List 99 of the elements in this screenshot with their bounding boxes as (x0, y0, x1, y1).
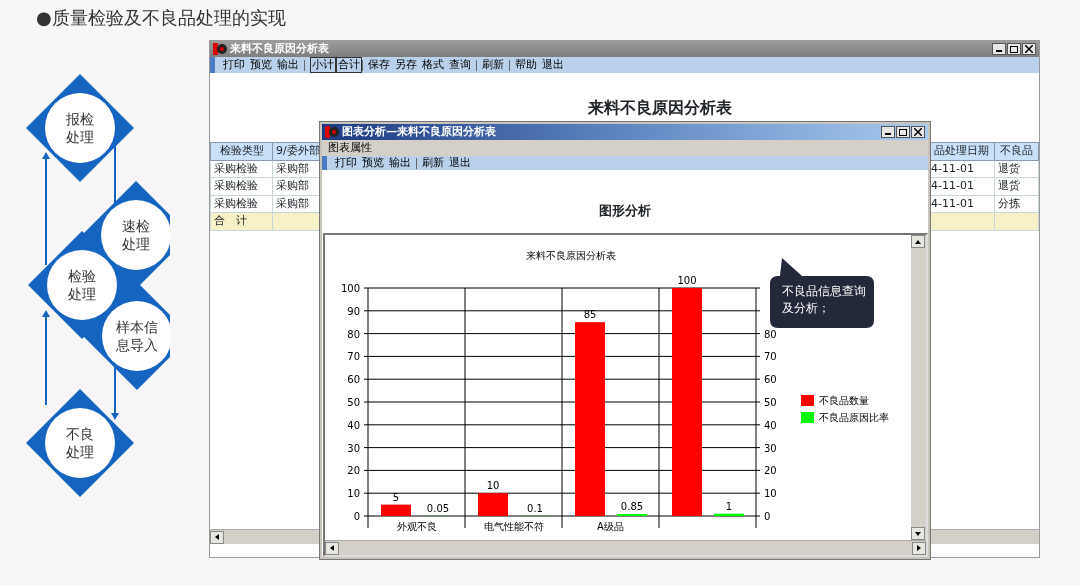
menu-item[interactable]: 图表属性 (328, 139, 372, 157)
toolbar-button[interactable]: 退出 (449, 156, 471, 170)
data-label: 100 (677, 275, 697, 286)
toolbar-button[interactable]: 另存 (395, 58, 417, 72)
scrollbar[interactable] (911, 235, 926, 540)
axis-label: 40 (347, 419, 360, 431)
axis-label: 60 (347, 374, 360, 386)
data-label: 10 (486, 480, 500, 492)
bar (714, 513, 744, 516)
maximize-icon (899, 128, 907, 136)
arrow-icon (916, 545, 922, 551)
close-icon (914, 128, 922, 136)
window-title: 来料不良原因分析表 (230, 40, 329, 57)
data-label: 0.05 (426, 502, 450, 514)
toolbar-button[interactable]: 小计 (310, 57, 336, 73)
app-icon (325, 126, 339, 138)
axis-label: 20 (764, 465, 777, 477)
arrow-icon (329, 545, 335, 551)
arrow-icon (214, 534, 220, 540)
toolbar-button[interactable]: 保存 (368, 58, 390, 72)
bar (478, 493, 508, 516)
axis-label: 30 (764, 442, 777, 454)
table-cell: 退货 (994, 160, 1039, 178)
slide-title: ●质量检验及不良品处理的实现 (36, 6, 286, 30)
toolbar-button[interactable]: 帮助 (515, 58, 537, 72)
minimize-button[interactable] (992, 43, 1006, 55)
maximize-button[interactable] (896, 126, 910, 138)
scroll-down-button[interactable] (911, 527, 925, 540)
toolbar-button[interactable]: 预览 (362, 156, 384, 170)
legend-swatch (801, 395, 814, 406)
axis-label: 50 (347, 397, 360, 408)
axis-label: 0 (353, 511, 360, 522)
category-label: A级品 (597, 521, 624, 532)
data-label: 1 (725, 500, 733, 512)
close-icon (1025, 45, 1033, 53)
axis-label: 30 (347, 442, 360, 454)
axis-label: 10 (764, 488, 777, 500)
table-cell: 采购检验 (210, 195, 273, 213)
axis-label: 60 (764, 374, 777, 386)
toolbar-button[interactable]: 合计 (336, 57, 362, 73)
scrollbar[interactable] (325, 540, 926, 555)
column-header: 检验类型 (210, 142, 273, 160)
minimize-icon (996, 50, 1002, 52)
chart-heading: 图形分析 (598, 201, 652, 220)
legend-label: 不良品数量 (819, 395, 869, 406)
axis-label: 0 (764, 511, 771, 522)
category-label: 电气性能不符 (483, 521, 544, 532)
axis-label: 100 (340, 283, 360, 294)
flow-node: 不良 处理 (26, 389, 134, 497)
axis-label: 40 (764, 419, 777, 431)
axis-label: 50 (764, 397, 777, 408)
toolbar-button[interactable]: 输出 (389, 156, 411, 170)
toolbar-button[interactable]: 打印 (335, 156, 357, 170)
scroll-left-button[interactable] (325, 541, 339, 555)
table-cell: 采购检验 (210, 160, 273, 178)
legend-label: 不良品原因比率 (819, 412, 889, 423)
close-button[interactable] (911, 126, 925, 138)
axis-label: 70 (764, 351, 777, 363)
table-cell: 分拣 (994, 195, 1039, 213)
maximize-button[interactable] (1007, 43, 1021, 55)
data-label: 85 (583, 309, 597, 321)
toolbar-button[interactable]: 退出 (542, 58, 564, 72)
axis-label: 20 (347, 465, 360, 477)
report-title: 来料不良原因分析表 (587, 96, 732, 119)
data-label: 5 (392, 491, 400, 503)
bar (381, 504, 411, 516)
arrow-icon (915, 238, 921, 245)
app-icon (213, 43, 227, 55)
close-button[interactable] (1022, 43, 1036, 55)
scroll-left-button[interactable] (210, 530, 224, 544)
flow-node: 报检 处理 (26, 74, 134, 182)
minimize-icon (885, 133, 891, 135)
axis-label: 80 (764, 328, 777, 340)
axis-label: 80 (347, 328, 360, 340)
callout-text: 不良品信息查询及分析； (782, 283, 867, 317)
toolbar-button[interactable]: 打印 (223, 58, 245, 72)
chart-title: 来料不良原因分析表 (526, 250, 616, 261)
table-cell: 采购检验 (210, 177, 273, 195)
data-label: 0.1 (527, 502, 543, 514)
toolbar-button[interactable]: 刷新 (482, 58, 504, 72)
toolbar-button[interactable]: 输出 (277, 58, 299, 72)
scroll-right-button[interactable] (912, 541, 926, 555)
maximize-icon (1010, 45, 1018, 53)
arrow-icon (915, 530, 921, 537)
axis-label: 90 (347, 305, 360, 317)
toolbar-button[interactable]: 预览 (250, 58, 272, 72)
minimize-button[interactable] (881, 126, 895, 138)
column-header: 不良品 (994, 142, 1039, 160)
scroll-up-button[interactable] (911, 235, 925, 248)
category-label: 外观不良 (396, 521, 437, 532)
toolbar-button[interactable]: 查询 (449, 58, 471, 72)
axis-label: 10 (347, 488, 360, 500)
data-label: 0.85 (620, 501, 644, 513)
toolbar-button[interactable]: 格式 (422, 58, 444, 72)
legend-swatch (801, 412, 814, 423)
axis-label: 70 (347, 351, 360, 363)
table-cell: 退货 (994, 177, 1039, 195)
window-title: 图表分析—来料不良原因分析表 (342, 123, 496, 140)
toolbar-button[interactable]: 刷新 (422, 156, 444, 170)
